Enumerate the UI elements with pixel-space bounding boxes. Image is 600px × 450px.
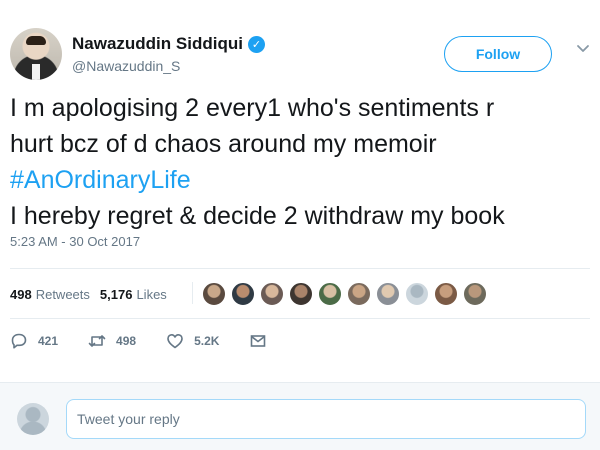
retweet-action[interactable]: 498	[88, 332, 136, 350]
likes-stat[interactable]: 5,176 Likes	[100, 287, 167, 302]
divider	[10, 318, 590, 319]
reply-composer	[0, 382, 600, 450]
retweets-stat[interactable]: 498 Retweets	[10, 287, 90, 302]
liker-avatar[interactable]	[434, 282, 458, 306]
liker-avatar[interactable]	[376, 282, 400, 306]
liker-avatar[interactable]	[202, 282, 226, 306]
tweet-line: I m apologising 2 every1 who's sentiment…	[10, 94, 495, 122]
tweet-line: hurt bcz of d chaos around my memoir	[10, 130, 437, 158]
liker-avatar[interactable]	[260, 282, 284, 306]
author-name[interactable]: Nawazuddin Siddiqui	[72, 34, 243, 54]
likes-label: Likes	[136, 286, 167, 302]
direct-message-action[interactable]	[249, 332, 277, 350]
liker-avatar[interactable]	[231, 282, 255, 306]
liker-avatar[interactable]	[318, 282, 342, 306]
liker-avatar[interactable]	[463, 282, 487, 306]
retweet-icon	[88, 335, 106, 347]
like-action[interactable]: 5.2K	[166, 332, 219, 350]
stats-separator	[192, 282, 193, 304]
action-bar: 421 498 5.2K	[10, 330, 307, 352]
hashtag-link[interactable]: #AnOrdinaryLife	[10, 162, 590, 198]
tweet-timestamp[interactable]: 5:23 AM - 30 Oct 2017	[10, 234, 140, 249]
like-count: 5.2K	[194, 334, 220, 348]
likes-count: 5,176	[99, 286, 133, 302]
tweet-header: Nawazuddin Siddiqui ✓ @Nawazuddin_S Foll…	[10, 28, 590, 84]
avatar-shirt	[32, 64, 40, 80]
retweet-count: 498	[116, 334, 137, 348]
reply-count: 421	[38, 334, 59, 348]
reply-input[interactable]	[66, 399, 586, 439]
author-avatar[interactable]	[10, 28, 62, 80]
author-name-row[interactable]: Nawazuddin Siddiqui ✓	[72, 34, 265, 54]
follow-button[interactable]: Follow	[444, 36, 552, 72]
liker-avatar[interactable]	[405, 282, 429, 306]
reply-icon	[11, 333, 27, 349]
heart-icon	[167, 334, 183, 349]
engagement-stats: 498 Retweets 5,176 Likes	[10, 280, 177, 308]
author-handle[interactable]: @Nawazuddin_S	[72, 58, 265, 74]
likers-avatars	[202, 280, 492, 308]
reply-action[interactable]: 421	[10, 332, 58, 350]
avatar-hair	[26, 36, 46, 45]
user-avatar	[17, 403, 49, 435]
tweet-text: I m apologising 2 every1 who's sentiment…	[10, 90, 590, 234]
retweets-label: Retweets	[35, 286, 90, 302]
envelope-icon	[251, 335, 266, 347]
liker-avatar[interactable]	[289, 282, 313, 306]
retweets-count: 498	[10, 286, 32, 302]
author-info: Nawazuddin Siddiqui ✓ @Nawazuddin_S	[72, 34, 265, 74]
chevron-down-icon[interactable]	[576, 42, 590, 56]
tweet-line: I hereby regret & decide 2 withdraw my b…	[10, 202, 505, 230]
divider	[10, 268, 590, 269]
verified-badge-icon: ✓	[247, 35, 265, 53]
liker-avatar[interactable]	[347, 282, 371, 306]
